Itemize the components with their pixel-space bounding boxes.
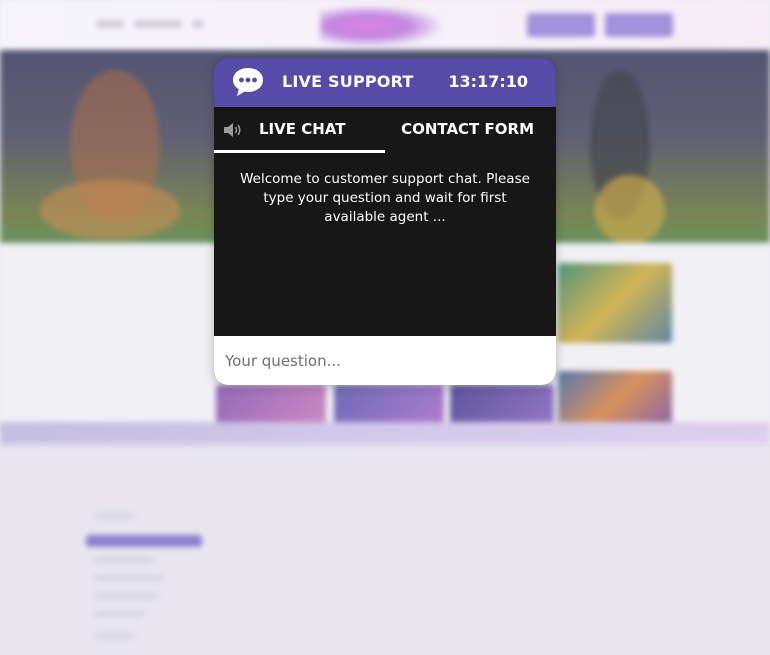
tab-live-chat[interactable]: LIVE CHAT xyxy=(214,107,385,153)
background-line xyxy=(86,535,202,547)
background-line xyxy=(94,611,144,617)
widget-header: LIVE SUPPORT 13:17:10 xyxy=(214,58,556,107)
background-line xyxy=(94,575,164,581)
chat-bubble-icon xyxy=(233,68,263,96)
tab-contact-form-label: CONTACT FORM xyxy=(401,120,534,138)
tab-contact-form[interactable]: CONTACT FORM xyxy=(385,107,556,153)
live-support-widget: LIVE SUPPORT 13:17:10 LIVE CHAT CONTACT … xyxy=(214,58,556,385)
background-line xyxy=(94,557,154,563)
background-line xyxy=(94,593,158,599)
welcome-message: Welcome to customer support chat. Please… xyxy=(240,171,530,225)
widget-title: LIVE SUPPORT xyxy=(282,72,414,91)
widget-tabs: LIVE CHAT CONTACT FORM xyxy=(214,107,556,153)
chat-message-area: Welcome to customer support chat. Please… xyxy=(214,153,556,336)
speaker-icon xyxy=(224,123,241,137)
tab-live-chat-label: LIVE CHAT xyxy=(259,120,346,138)
background-line xyxy=(94,513,134,519)
question-input[interactable] xyxy=(214,336,556,385)
background-line xyxy=(94,633,134,639)
background-sidebar xyxy=(86,505,204,655)
widget-clock: 13:17:10 xyxy=(448,72,528,91)
